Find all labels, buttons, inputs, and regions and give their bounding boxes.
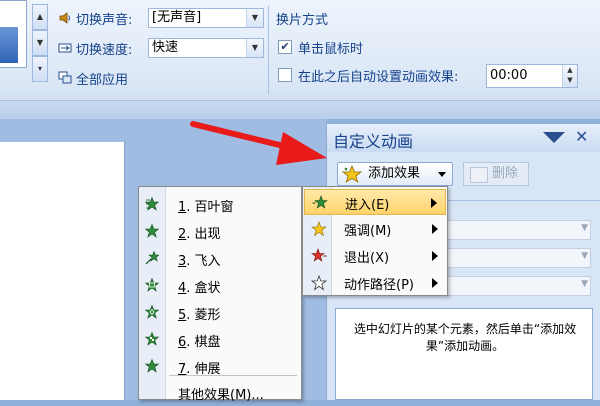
more-effects-label: 其他效果(M)...: [178, 388, 264, 403]
effect-item-label: . 百叶窗: [186, 200, 234, 215]
time-stepper[interactable]: ▲ ▼: [562, 65, 577, 87]
exit-star-icon: [311, 248, 327, 268]
delete-button[interactable]: 删除: [463, 162, 529, 186]
enter-star-icon: [312, 195, 328, 215]
gallery-scroll: ▲ ▼ ▾: [32, 0, 48, 82]
apply-all-label: 全部应用: [76, 72, 129, 88]
effect-item-checkerboard[interactable]: 6. 棋盘: [139, 326, 301, 353]
chevron-down-icon: [438, 172, 446, 177]
submenu-arrow-icon: [432, 278, 438, 288]
effect-item-label: . 出现: [186, 227, 221, 242]
auto-after-checkbox[interactable]: [278, 68, 292, 82]
animation-list[interactable]: 选中幻灯片的某个元素，然后单击“添加效果”添加动画。: [335, 308, 593, 400]
ribbon-group-separator: [268, 6, 269, 94]
box-effect-icon: [144, 277, 160, 296]
pane-title: 自定义动画: [333, 132, 414, 151]
effect-item-fly-in[interactable]: 3. 飞入: [139, 245, 301, 272]
menu-item-label: 进入(E): [345, 198, 390, 213]
auto-after-time-input[interactable]: 00:00 ▲ ▼: [486, 64, 578, 88]
menu-item-label: 退出(X): [344, 251, 390, 266]
transition-speed-row: 切换速度:: [58, 36, 132, 60]
sound-select[interactable]: [无声音] ▼: [148, 8, 264, 28]
check-icon: ✔: [280, 40, 290, 53]
chevron-down-icon[interactable]: ▼: [246, 39, 263, 57]
submenu-arrow-icon: [432, 251, 438, 261]
gallery-more-icon[interactable]: ▾: [32, 56, 48, 82]
close-icon[interactable]: ✕: [575, 127, 588, 146]
gallery-scroll-down-icon[interactable]: ▼: [32, 30, 48, 56]
sound-select-value: [无声音]: [152, 10, 202, 25]
menu-item-label: 强调(M): [344, 224, 392, 239]
diamond-effect-icon: [144, 304, 160, 323]
ribbon-group-labels-bar: [0, 100, 600, 119]
chevron-down-icon: ▼: [581, 251, 588, 261]
on-click-label: 单击鼠标时: [298, 42, 364, 57]
appear-effect-icon: [144, 223, 160, 242]
checkerboard-effect-icon: [144, 331, 160, 350]
chevron-down-icon: ▼: [581, 223, 588, 233]
effect-item-appear[interactable]: 2. 出现: [139, 218, 301, 245]
delete-icon: [470, 167, 488, 183]
blinds-effect-icon: [144, 196, 160, 215]
apply-all-icon: [58, 71, 72, 85]
delete-label: 删除: [492, 166, 519, 181]
chevron-down-icon: ▼: [581, 279, 588, 289]
menu-item-motion-path[interactable]: 动作路径(P): [304, 270, 446, 296]
effect-item-label: . 盒状: [186, 281, 221, 296]
effect-item-label: . 菱形: [186, 308, 221, 323]
gallery-scroll-up-icon[interactable]: ▲: [32, 4, 48, 30]
chevron-down-icon[interactable]: ▼: [246, 9, 263, 27]
effect-item-diamond[interactable]: 5. 菱形: [139, 299, 301, 326]
slide-canvas[interactable]: [0, 142, 125, 400]
transition-gallery-thumbnail[interactable]: [0, 0, 27, 68]
menu-item-label: 动作路径(P): [344, 278, 414, 293]
menu-item-entrance[interactable]: 进入(E): [304, 189, 446, 215]
auto-after-label: 在此之后自动设置动画效果:: [298, 70, 459, 85]
apply-all-button[interactable]: 全部应用: [58, 66, 128, 90]
pane-header: 自定义动画 ✕: [327, 124, 600, 152]
speed-select[interactable]: 快速 ▼: [148, 38, 264, 58]
add-effect-label: 添加效果: [368, 166, 421, 181]
submenu-arrow-icon: [432, 224, 438, 234]
speed-select-value: 快速: [152, 40, 179, 55]
ribbon: ▲ ▼ ▾ 切换声音: [无声音] ▼ 切换速度: 快速 ▼ 全部应用 换片方式…: [0, 0, 600, 119]
speed-icon: [58, 41, 72, 55]
speed-label: 切换速度:: [76, 42, 133, 58]
fly-in-effect-icon: [145, 250, 160, 269]
add-effect-button[interactable]: 添加效果: [337, 162, 453, 186]
motion-path-star-icon: [310, 274, 328, 295]
property-select[interactable]: ▼: [445, 248, 591, 268]
auto-after-time-value: 00:00: [490, 68, 528, 83]
on-click-checkbox[interactable]: ✔: [278, 40, 292, 54]
advance-slide-group-title: 换片方式: [276, 13, 329, 28]
effect-item-box[interactable]: 4. 盒状: [139, 272, 301, 299]
submenu-arrow-icon: [431, 198, 437, 208]
effect-item-label: . 棋盘: [186, 335, 221, 350]
stretch-effect-icon: [144, 358, 160, 377]
start-select[interactable]: ▼: [445, 220, 591, 240]
entrance-effects-menu: 1. 百叶窗 2. 出现 3. 飞入 4. 盒状 5. 菱形 6. 棋盘 7. …: [138, 186, 302, 403]
pane-menu-dropdown-icon[interactable]: [543, 132, 565, 143]
sound-label: 切换声音:: [76, 12, 133, 28]
transition-sound-row: 切换声音:: [58, 6, 132, 30]
menu-item-emphasis[interactable]: 强调(M): [304, 216, 446, 242]
effect-item-blinds[interactable]: 1. 百叶窗: [139, 191, 301, 218]
emphasis-star-icon: [311, 221, 327, 241]
animation-list-hint: 选中幻灯片的某个元素，然后单击“添加效果”添加动画。: [353, 322, 577, 353]
more-effects-item[interactable]: 其他效果(M)...: [139, 379, 301, 406]
sound-icon: [58, 11, 72, 25]
menu-separator: [169, 375, 297, 376]
speed-select[interactable]: ▼: [445, 276, 591, 296]
menu-item-exit[interactable]: 退出(X): [304, 243, 446, 269]
add-effect-menu: 进入(E) 强调(M) 退出(X) 动作路径(P): [302, 186, 448, 296]
effect-item-label: . 飞入: [186, 254, 221, 269]
